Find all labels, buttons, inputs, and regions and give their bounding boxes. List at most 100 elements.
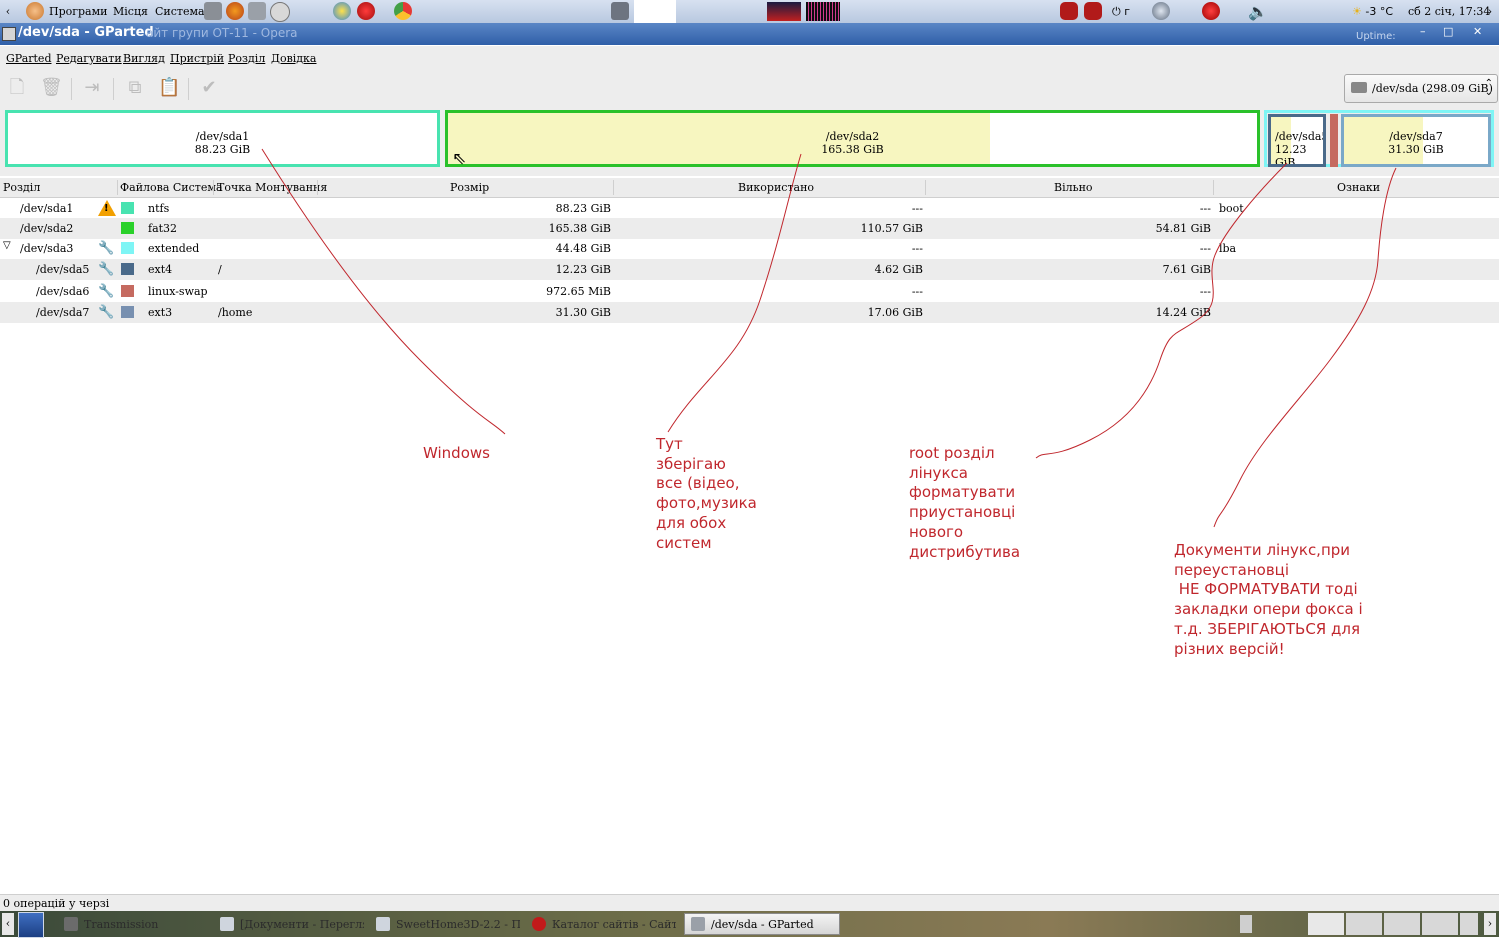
col-filesystem[interactable]: Файлова Система [120, 181, 223, 194]
task-label: [Документи - Перегля [240, 917, 364, 931]
panel-scroll-left-icon[interactable]: ‹ [2, 0, 14, 23]
menu-view[interactable]: Вигляд [123, 52, 165, 65]
paste-icon[interactable]: 📋 [158, 78, 180, 98]
taskbar-scroll-left-icon[interactable]: ‹ [2, 913, 14, 935]
cell-size: 44.48 GiB [555, 242, 611, 255]
minimize-icon[interactable]: – [1420, 25, 1426, 38]
col-partition[interactable]: Розділ [3, 181, 40, 194]
volume-icon[interactable]: 🔈 [1248, 2, 1268, 21]
firefox-icon[interactable] [226, 2, 244, 20]
task-opera[interactable]: Каталог сайтів - Сайт г [526, 913, 676, 935]
workspace-1[interactable] [1308, 913, 1344, 935]
delete-icon[interactable]: 🗑 [40, 78, 63, 98]
cell-used: 110.57 GiB [860, 222, 923, 235]
partition-block-sda2[interactable]: /dev/sda2 165.38 GiB [445, 110, 1260, 167]
table-row[interactable]: /dev/sda1! ntfs 88.23 GiB --- --- boot [0, 198, 1499, 219]
power-indicator[interactable]: ⏻ г [1112, 0, 1130, 23]
panel-scroll-right-icon[interactable]: › [1484, 0, 1496, 23]
col-flags[interactable]: Ознаки [1337, 181, 1380, 194]
table-row[interactable]: /dev/sda2 fat32 165.38 GiB 110.57 GiB 54.81 … [0, 218, 1499, 239]
mail-icon[interactable] [248, 2, 266, 20]
cell-size: 12.23 GiB [555, 263, 611, 276]
menu-edit[interactable]: Редагувати [56, 52, 122, 65]
show-desktop-icon[interactable] [611, 2, 629, 20]
note-windows: Windows [423, 444, 490, 462]
power-label: г [1124, 5, 1130, 18]
warning-icon[interactable]: ! [98, 200, 116, 216]
chrome-icon[interactable] [394, 2, 412, 20]
network-icon[interactable] [204, 2, 222, 20]
maximize-icon[interactable]: □ [1443, 25, 1453, 38]
fs-color-swatch [121, 242, 134, 254]
partition-block-sda5[interactable]: /dev/sda5 12.23 GiB [1268, 114, 1326, 167]
close-icon[interactable]: ✕ [1473, 25, 1482, 38]
toolbar-separator [188, 78, 189, 100]
cell-used: 17.06 GiB [867, 306, 923, 319]
toolbar-separator [113, 78, 114, 100]
clock[interactable]: сб 2 січ, 17:34 [1408, 0, 1490, 23]
window-menu-icon[interactable] [2, 27, 16, 41]
show-desktop-icon[interactable] [18, 912, 44, 938]
opera-tray-icon[interactable] [1202, 2, 1220, 20]
network-monitor [806, 2, 840, 21]
column-separator [1213, 180, 1214, 195]
menu-help[interactable]: Довідка [271, 52, 316, 65]
cell-filesystem: ext3 [148, 306, 173, 319]
col-used[interactable]: Використано [738, 181, 814, 194]
workspace-2[interactable] [1346, 913, 1382, 935]
task-gparted[interactable]: /dev/sda - GParted [684, 913, 840, 935]
window-title-bar[interactable]: /dev/sda - GParted айт групи ОТ-11 - Ope… [0, 23, 1499, 45]
menu-applications[interactable]: Програми [49, 0, 108, 23]
workspace-switcher[interactable] [634, 0, 676, 23]
apply-icon[interactable]: ✔ [199, 78, 219, 98]
cell-partition: /dev/sda1 [20, 202, 74, 215]
table-row[interactable]: /dev/sda5 🔧 ext4 / 12.23 GiB 4.62 GiB 7.61 GiB [0, 259, 1499, 280]
expander-arrow-icon[interactable]: ▽ [3, 240, 11, 251]
table-row[interactable]: ▽ /dev/sda3 🔧 extended 44.48 GiB --- --- lba [0, 238, 1499, 259]
partition-block-sda1[interactable]: /dev/sda1 88.23 GiB [5, 110, 440, 167]
new-icon[interactable]: 🗋 [7, 78, 27, 98]
tray-keyboard-icon[interactable] [1240, 915, 1252, 933]
copy-icon[interactable]: ⧉ [125, 78, 145, 98]
menu-gparted[interactable]: GParted [6, 52, 51, 65]
cell-free: --- [1199, 242, 1211, 255]
skype-icon[interactable] [333, 2, 351, 20]
workspace-3[interactable] [1384, 913, 1420, 935]
shutdown-icon[interactable] [1152, 2, 1170, 20]
trash-icon[interactable] [1460, 913, 1478, 935]
top-panel: ‹ Програми Місця Система ⏻ г 🔈 ☀ -3 °C с… [0, 0, 1499, 24]
resize-move-icon[interactable]: ⇥ [82, 78, 102, 98]
task-transmission[interactable]: Transmission [58, 913, 208, 935]
table-row[interactable]: /dev/sda7 🔧 ext3/home 31.30 GiB 17.06 GiB 14.… [0, 302, 1499, 323]
menu-partition[interactable]: Розділ [228, 52, 265, 65]
task-sweethome[interactable]: SweetHome3D-2.2 - Пе [370, 913, 520, 935]
partition-block-name: /dev/sda7 [1389, 130, 1443, 143]
gnome-foot-icon[interactable] [26, 2, 44, 20]
column-separator [613, 180, 614, 195]
sweethome-icon [376, 917, 390, 931]
col-size[interactable]: Розмір [450, 181, 489, 194]
menu-device[interactable]: Пристрій [170, 52, 224, 65]
column-separator [117, 180, 118, 195]
taskbar-scroll-right-icon[interactable]: › [1484, 913, 1496, 935]
note-home-partition: Документи лінукс,при переустановці НЕ ФО… [1174, 541, 1363, 658]
menu-system[interactable]: Система [155, 0, 205, 23]
cell-flags: boot [1219, 202, 1244, 215]
col-free[interactable]: Вільно [1054, 181, 1093, 194]
opera-icon[interactable] [357, 2, 375, 20]
help-icon[interactable] [270, 2, 290, 22]
tray-app2-icon[interactable] [1084, 2, 1102, 20]
weather-widget[interactable]: ☀ -3 °C [1352, 0, 1393, 23]
device-select[interactable]: /dev/sda (298.09 GiB) ⌃ ⌄ [1344, 74, 1498, 103]
table-row[interactable]: /dev/sda6 🔧 linux-swap 972.65 MiB --- --- [0, 281, 1499, 302]
partition-block-sda6[interactable] [1330, 114, 1338, 167]
menu-places[interactable]: Місця [113, 0, 148, 23]
tray-app-icon[interactable] [1060, 2, 1078, 20]
cell-free: 7.61 GiB [1162, 263, 1211, 276]
task-documents[interactable]: [Документи - Перегля [214, 913, 364, 935]
workspace-4[interactable] [1422, 913, 1458, 935]
cell-used: --- [911, 202, 923, 215]
partition-block-sda7[interactable]: /dev/sda7 31.30 GiB [1341, 114, 1491, 167]
cell-flags: lba [1219, 242, 1237, 255]
col-mountpoint[interactable]: Точка Монтування [217, 181, 327, 194]
